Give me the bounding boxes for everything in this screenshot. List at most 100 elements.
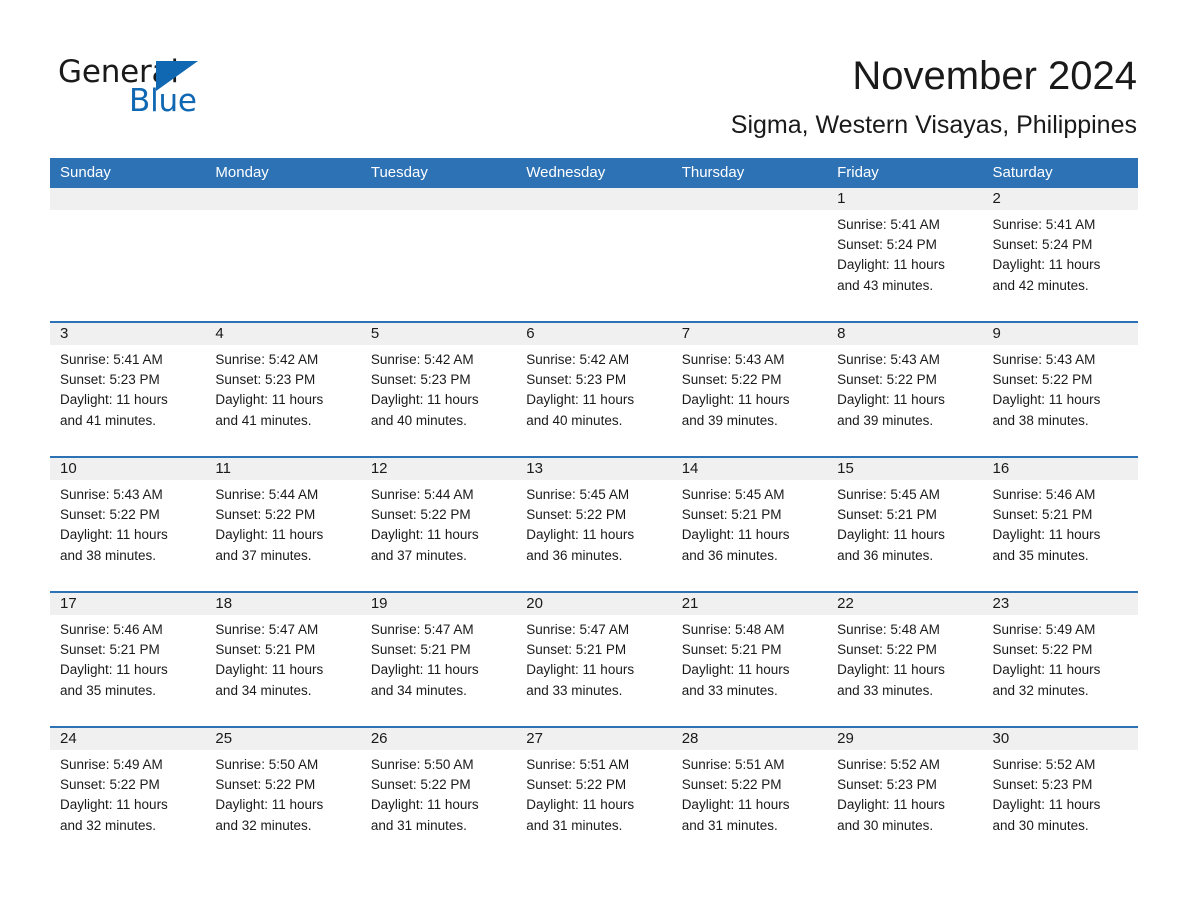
day-cell[interactable]: 27 Sunrise: 5:51 AM Sunset: 5:22 PM Dayligh… (516, 728, 672, 861)
day-info: Sunrise: 5:45 AM Sunset: 5:21 PM Daylight:… (672, 480, 827, 566)
day-cell[interactable]: 25 Sunrise: 5:50 AM Sunset: 5:22 PM Dayligh… (205, 728, 361, 861)
title-block: November 2024 Sigma, Western Visayas, Ph… (731, 52, 1137, 140)
day-number: 4 (205, 323, 361, 345)
calendar-grid: Sunday Monday Tuesday Wednesday Thursday… (50, 158, 1138, 861)
daylight-text-line2: and 31 minutes. (681, 817, 778, 833)
day-cell[interactable]: 12 Sunrise: 5:44 AM Sunset: 5:22 PM Dayligh… (360, 458, 517, 591)
daylight-text-line2: and 33 minutes. (526, 682, 623, 698)
day-number: 6 (516, 323, 672, 345)
day-number: 18 (205, 593, 361, 615)
day-cell[interactable]: 22 Sunrise: 5:48 AM Sunset: 5:22 PM Dayligh… (827, 593, 983, 726)
day-cell[interactable]: 19 Sunrise: 5:47 AM Sunset: 5:21 PM Dayligh… (360, 593, 517, 726)
sunset-text: Sunset: 5:23 PM (526, 372, 627, 388)
day-cell[interactable]: 21 Sunrise: 5:48 AM Sunset: 5:21 PM Dayligh… (671, 593, 828, 726)
day-number: 25 (205, 728, 361, 750)
day-cell[interactable]: 18 Sunrise: 5:47 AM Sunset: 5:21 PM Dayligh… (205, 593, 361, 726)
daylight-text-line2: and 41 minutes. (60, 412, 157, 428)
sunrise-text: Sunrise: 5:48 AM (681, 622, 785, 637)
day-number: 12 (360, 458, 517, 480)
day-cell[interactable]: 23 Sunrise: 5:49 AM Sunset: 5:22 PM Dayligh… (982, 593, 1138, 726)
daylight-text-line2: and 32 minutes. (992, 682, 1089, 698)
day-cell[interactable]: 1 Sunrise: 5:41 AM Sunset: 5:24 PM Daylight… (827, 188, 983, 321)
daylight-text-line2: and 38 minutes. (60, 547, 157, 563)
day-cell[interactable]: 10 Sunrise: 5:43 AM Sunset: 5:22 PM Dayligh… (50, 458, 206, 591)
day-number (205, 188, 361, 210)
daylight-text-line1: Daylight: 11 hours (215, 662, 324, 678)
day-number (360, 188, 517, 210)
sunrise-text: Sunrise: 5:47 AM (370, 622, 474, 637)
day-cell[interactable]: 2 Sunrise: 5:41 AM Sunset: 5:24 PM Daylight… (982, 188, 1138, 321)
daylight-text-line1: Daylight: 11 hours (215, 527, 324, 543)
daylight-text-line2: and 30 minutes. (837, 817, 934, 833)
daylight-text-line1: Daylight: 11 hours (526, 392, 635, 408)
day-number (671, 188, 828, 210)
sunset-text: Sunset: 5:23 PM (60, 372, 160, 388)
week-row: 24 Sunrise: 5:49 AM Sunset: 5:22 PM Dayligh… (50, 726, 1138, 861)
sunrise-text: Sunrise: 5:42 AM (370, 352, 474, 367)
day-number: 11 (205, 458, 361, 480)
daylight-text-line1: Daylight: 11 hours (370, 797, 479, 813)
day-cell[interactable]: 4 Sunrise: 5:42 AM Sunset: 5:23 PM Daylight… (205, 323, 361, 456)
daylight-text-line2: and 33 minutes. (837, 682, 934, 698)
day-number: 10 (50, 458, 206, 480)
sunset-text: Sunset: 5:24 PM (992, 237, 1093, 253)
day-info: Sunrise: 5:50 AM Sunset: 5:22 PM Daylight:… (205, 750, 360, 836)
day-cell-empty (50, 188, 206, 321)
daylight-text-line2: and 33 minutes. (681, 682, 778, 698)
page-header: General Blue November 2024 Sigma, Wester… (0, 0, 1188, 155)
daylight-text-line2: and 36 minutes. (837, 547, 934, 563)
day-info: Sunrise: 5:41 AM Sunset: 5:23 PM Daylight:… (50, 345, 205, 431)
week-row: 10 Sunrise: 5:43 AM Sunset: 5:22 PM Dayligh… (50, 456, 1138, 591)
sunset-text: Sunset: 5:21 PM (681, 642, 782, 658)
daylight-text-line2: and 32 minutes. (215, 817, 312, 833)
day-cell[interactable]: 8 Sunrise: 5:43 AM Sunset: 5:22 PM Daylight… (827, 323, 983, 456)
sunset-text: Sunset: 5:22 PM (992, 372, 1093, 388)
day-number: 16 (982, 458, 1138, 480)
day-number: 30 (982, 728, 1138, 750)
daylight-text-line2: and 35 minutes. (992, 547, 1089, 563)
daylight-text-line1: Daylight: 11 hours (681, 392, 790, 408)
day-cell[interactable]: 3 Sunrise: 5:41 AM Sunset: 5:23 PM Daylight… (50, 323, 206, 456)
daylight-text-line1: Daylight: 11 hours (370, 662, 479, 678)
day-cell[interactable]: 26 Sunrise: 5:50 AM Sunset: 5:22 PM Dayligh… (360, 728, 517, 861)
day-cell[interactable]: 7 Sunrise: 5:43 AM Sunset: 5:22 PM Daylight… (671, 323, 828, 456)
sunrise-text: Sunrise: 5:41 AM (837, 217, 940, 232)
day-info: Sunrise: 5:43 AM Sunset: 5:22 PM Daylight:… (50, 480, 205, 566)
day-cell[interactable]: 6 Sunrise: 5:42 AM Sunset: 5:23 PM Daylight… (516, 323, 672, 456)
daylight-text-line2: and 39 minutes. (681, 412, 778, 428)
day-number: 17 (50, 593, 206, 615)
sunrise-text: Sunrise: 5:44 AM (370, 487, 474, 502)
daylight-text-line1: Daylight: 11 hours (837, 527, 945, 543)
day-info: Sunrise: 5:42 AM Sunset: 5:23 PM Daylight:… (516, 345, 671, 431)
day-cell[interactable]: 30 Sunrise: 5:52 AM Sunset: 5:23 PM Dayligh… (982, 728, 1138, 861)
sunrise-text: Sunrise: 5:50 AM (370, 757, 474, 772)
day-cell[interactable]: 14 Sunrise: 5:45 AM Sunset: 5:21 PM Dayligh… (671, 458, 828, 591)
sunrise-text: Sunrise: 5:42 AM (215, 352, 319, 367)
day-number: 2 (982, 188, 1138, 210)
day-number: 1 (827, 188, 983, 210)
daylight-text-line2: and 37 minutes. (370, 547, 467, 563)
day-cell[interactable]: 17 Sunrise: 5:46 AM Sunset: 5:21 PM Dayligh… (50, 593, 206, 726)
sunrise-text: Sunrise: 5:51 AM (681, 757, 785, 772)
day-cell[interactable]: 9 Sunrise: 5:43 AM Sunset: 5:22 PM Daylight… (982, 323, 1138, 456)
day-cell[interactable]: 29 Sunrise: 5:52 AM Sunset: 5:23 PM Dayligh… (827, 728, 983, 861)
day-number: 22 (827, 593, 983, 615)
day-cell[interactable]: 13 Sunrise: 5:45 AM Sunset: 5:22 PM Dayligh… (516, 458, 672, 591)
day-number: 28 (671, 728, 828, 750)
day-cell[interactable]: 16 Sunrise: 5:46 AM Sunset: 5:21 PM Dayligh… (982, 458, 1138, 591)
day-info: Sunrise: 5:48 AM Sunset: 5:21 PM Daylight:… (672, 615, 827, 701)
day-cell[interactable]: 28 Sunrise: 5:51 AM Sunset: 5:22 PM Dayligh… (671, 728, 828, 861)
day-cell[interactable]: 20 Sunrise: 5:47 AM Sunset: 5:21 PM Dayligh… (516, 593, 672, 726)
day-cell[interactable]: 11 Sunrise: 5:44 AM Sunset: 5:22 PM Dayligh… (205, 458, 361, 591)
day-cell[interactable]: 5 Sunrise: 5:42 AM Sunset: 5:23 PM Daylight… (360, 323, 517, 456)
daylight-text-line2: and 36 minutes. (681, 547, 778, 563)
daylight-text-line2: and 41 minutes. (215, 412, 312, 428)
sunset-text: Sunset: 5:21 PM (60, 642, 160, 658)
daylight-text-line2: and 39 minutes. (837, 412, 934, 428)
sunset-text: Sunset: 5:22 PM (837, 372, 937, 388)
day-cell[interactable]: 24 Sunrise: 5:49 AM Sunset: 5:22 PM Dayligh… (50, 728, 206, 861)
day-number: 7 (671, 323, 828, 345)
day-cell[interactable]: 15 Sunrise: 5:45 AM Sunset: 5:21 PM Dayligh… (827, 458, 983, 591)
day-number: 3 (50, 323, 206, 345)
sunrise-text: Sunrise: 5:47 AM (526, 622, 630, 637)
